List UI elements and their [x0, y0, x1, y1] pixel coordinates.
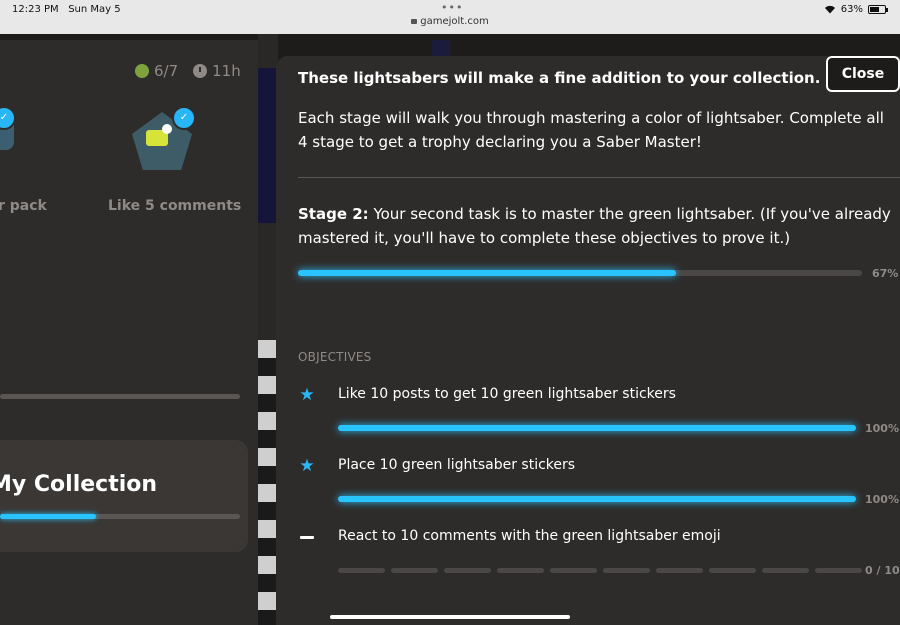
objective-segment [550, 568, 597, 573]
status-right: 63% [824, 4, 888, 15]
objective-label: Like 10 posts to get 10 green lightsaber… [338, 386, 676, 402]
address-bar[interactable]: gamejolt.com [0, 16, 900, 27]
stage-progress-bar [298, 270, 862, 276]
badge-like-comments[interactable]: ✓ [132, 106, 196, 172]
stage-description: Stage 2: Your second task is to master t… [298, 202, 898, 250]
objectives-heading: OBJECTIVES [298, 350, 372, 364]
collection-progress-bar [0, 514, 240, 519]
objective-segment [444, 568, 491, 573]
objective-status: 0 / 10 [865, 564, 900, 577]
objective-segment [603, 568, 650, 573]
quest-panel: 6/7 11h ✓ ✓ r pack Like 5 comments My Co… [0, 40, 258, 625]
collection-title: My Collection [0, 472, 158, 497]
modal-description: Each stage will walk you through masteri… [298, 109, 884, 151]
wifi-icon [824, 5, 835, 14]
star-icon: ★ [299, 385, 315, 405]
quest-time-left: 11h [212, 62, 241, 80]
objective-status: 100% [865, 493, 899, 506]
check-icon: ✓ [172, 106, 196, 130]
status-time: 12:23 PM Sun May 5 [12, 4, 121, 15]
status-bar: 12:23 PM Sun May 5 ••• gamejolt.com 63% [0, 0, 900, 34]
objective-progress-bar [338, 496, 856, 502]
objective-status: 100% [865, 422, 899, 435]
stage-percent: 67% [872, 267, 899, 280]
background-blip [432, 40, 450, 56]
lock-icon [411, 19, 418, 24]
globe-icon [135, 64, 149, 78]
objective-segment [815, 568, 862, 573]
objective-label: React to 10 comments with the green ligh… [338, 528, 721, 544]
battery-percent: 63% [840, 4, 863, 15]
objective-label: Place 10 green lightsaber stickers [338, 457, 576, 473]
objective-segment-bar [338, 568, 862, 573]
stage-label: Stage 2: [298, 205, 369, 223]
star-icon: ★ [299, 456, 315, 476]
modal-heading: These lightsabers will make a fine addit… [298, 69, 821, 87]
quest-progress-count: 6/7 [154, 62, 179, 80]
battery-icon [868, 5, 888, 14]
badge-label-like-comments: Like 5 comments [108, 198, 242, 214]
clock-icon [193, 64, 208, 78]
objective-segment [762, 568, 809, 573]
objective-segment [709, 568, 756, 573]
checker-pattern [258, 340, 276, 625]
quest-meta: 6/7 11h [135, 62, 241, 80]
quest-modal: Close These lightsabers will make a fine… [276, 56, 900, 625]
objective-segment [497, 568, 544, 573]
heart-icon [162, 124, 172, 134]
url-text: gamejolt.com [420, 16, 489, 27]
dash-icon [300, 536, 314, 539]
close-button[interactable]: Close [826, 56, 900, 92]
collection-card[interactable]: My Collection [0, 440, 248, 552]
objective-segment [656, 568, 703, 573]
badge-label-partial: r pack [0, 198, 47, 214]
more-dots-icon[interactable]: ••• [441, 1, 463, 14]
objective-progress-bar [338, 425, 856, 431]
stage-text: Your second task is to master the green … [298, 205, 891, 247]
objective-segment [391, 568, 438, 573]
quest-progress-bar [0, 394, 240, 399]
objective-segment [338, 568, 385, 573]
divider [298, 177, 900, 178]
home-indicator[interactable] [330, 615, 570, 619]
